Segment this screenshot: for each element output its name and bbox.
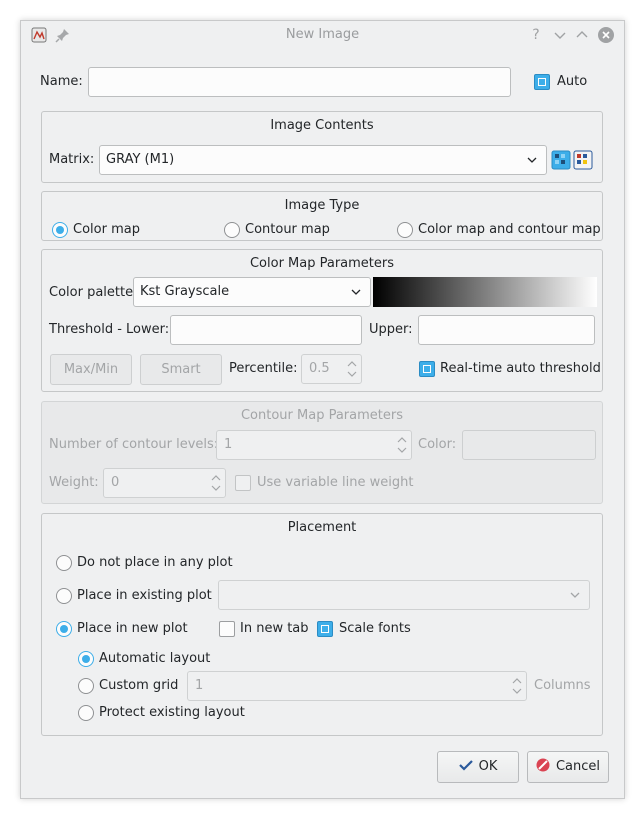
auto-label: Auto [557,74,588,89]
cancel-icon [536,758,550,772]
in-new-tab-label: In new tab [240,621,309,636]
contour-map-radio[interactable] [224,222,240,238]
placement-title: Placement [287,520,357,535]
color-palette-select[interactable]: Kst Grayscale [133,277,371,307]
spin-arrows-icon [211,475,221,491]
custom-grid-columns-spinbox[interactable]: 1 [187,671,527,701]
spin-arrows-icon [397,437,407,453]
color-palette-label: Color palette: [49,285,138,300]
cancel-label: Cancel [555,759,601,774]
color-map-parameters-group: Color Map Parameters Color palette: Kst … [41,249,603,392]
contour-map-label: Contour map [245,222,330,237]
maximize-icon[interactable] [573,26,591,44]
spin-arrows-icon [347,361,357,377]
automatic-layout-radio[interactable] [78,651,94,667]
color-and-contour-radio[interactable] [397,222,413,238]
existing-plot-label: Place in existing plot [77,588,212,603]
in-new-tab-checkbox[interactable] [219,621,235,637]
title-bar: New Image ? [21,21,624,49]
color-map-label: Color map [73,222,140,237]
color-map-radio[interactable] [52,222,68,238]
chevron-down-icon [351,289,361,295]
new-matrix-icon[interactable] [551,150,571,170]
ok-label: OK [478,759,498,774]
max-min-button[interactable]: Max/Min [50,354,132,385]
do-not-place-radio[interactable] [56,555,72,571]
existing-plot-select[interactable] [218,580,590,610]
contour-levels-value: 1 [224,437,233,452]
matrix-select[interactable]: GRAY (M1) [99,145,547,175]
threshold-upper-input[interactable] [418,315,595,345]
custom-grid-radio[interactable] [78,678,94,694]
name-label: Name: [40,74,83,89]
help-button[interactable]: ? [527,26,545,44]
matrix-value: GRAY (M1) [106,152,175,167]
realtime-auto-threshold-checkbox[interactable] [419,361,435,377]
spin-arrows-icon [512,678,522,694]
weight-label: Weight: [49,475,99,490]
contour-levels-spinbox[interactable]: 1 [216,430,412,460]
image-type-group: Image Type Color map Contour map Color m… [41,191,603,241]
new-plot-radio[interactable] [56,621,72,637]
image-contents-title: Image Contents [270,118,374,133]
weight-spinbox[interactable]: 0 [103,468,226,498]
scale-fonts-label: Scale fonts [339,621,411,636]
matrix-label: Matrix: [49,152,95,167]
threshold-lower-label: Threshold - Lower: [49,322,170,337]
auto-checkbox[interactable] [534,74,550,90]
new-plot-label: Place in new plot [77,621,188,636]
custom-grid-label: Custom grid [99,678,179,693]
contour-map-parameters-title: Contour Map Parameters [240,408,403,423]
weight-value: 0 [111,475,120,490]
automatic-layout-label: Automatic layout [99,651,211,666]
name-input[interactable] [88,67,511,97]
chevron-down-icon [527,157,537,163]
percentile-spinbox[interactable]: 0.5 [301,354,362,384]
color-palette-value: Kst Grayscale [140,284,230,299]
color-and-contour-label: Color map and contour map [418,222,601,237]
columns-label: Columns [534,678,591,693]
scale-fonts-checkbox[interactable] [317,621,333,637]
checkmark-icon [458,760,473,771]
existing-plot-radio[interactable] [56,588,72,604]
chevron-down-icon [570,592,580,598]
variable-line-weight-label: Use variable line weight [257,475,414,490]
contour-map-parameters-group: Contour Map Parameters Number of contour… [41,401,603,504]
image-contents-group: Image Contents Matrix: GRAY (M1) [41,111,603,183]
contour-levels-label: Number of contour levels: [49,437,219,452]
percentile-label: Percentile: [229,361,298,376]
realtime-auto-threshold-label: Real-time auto threshold [440,361,601,376]
variable-line-weight-checkbox[interactable] [235,475,251,491]
protect-layout-radio[interactable] [78,705,94,721]
new-image-dialog: New Image ? Name: Auto Image Contents Ma… [20,20,625,799]
contour-color-button[interactable] [462,430,596,460]
smart-button[interactable]: Smart [140,354,222,385]
custom-grid-columns-value: 1 [195,678,204,693]
close-icon[interactable] [597,26,615,44]
contour-color-label: Color: [418,437,457,452]
edit-matrix-icon[interactable] [573,150,593,170]
do-not-place-label: Do not place in any plot [77,555,233,570]
protect-layout-label: Protect existing layout [99,705,245,720]
ok-button[interactable]: OK [437,751,519,783]
image-type-title: Image Type [284,198,360,213]
cancel-button[interactable]: Cancel [527,751,609,783]
palette-gradient-preview [373,277,597,307]
percentile-value: 0.5 [309,361,330,376]
minimize-icon[interactable] [551,26,569,44]
placement-group: Placement Do not place in any plot Place… [41,513,603,736]
color-map-parameters-title: Color Map Parameters [249,256,395,271]
upper-label: Upper: [369,322,413,337]
threshold-lower-input[interactable] [170,315,362,345]
